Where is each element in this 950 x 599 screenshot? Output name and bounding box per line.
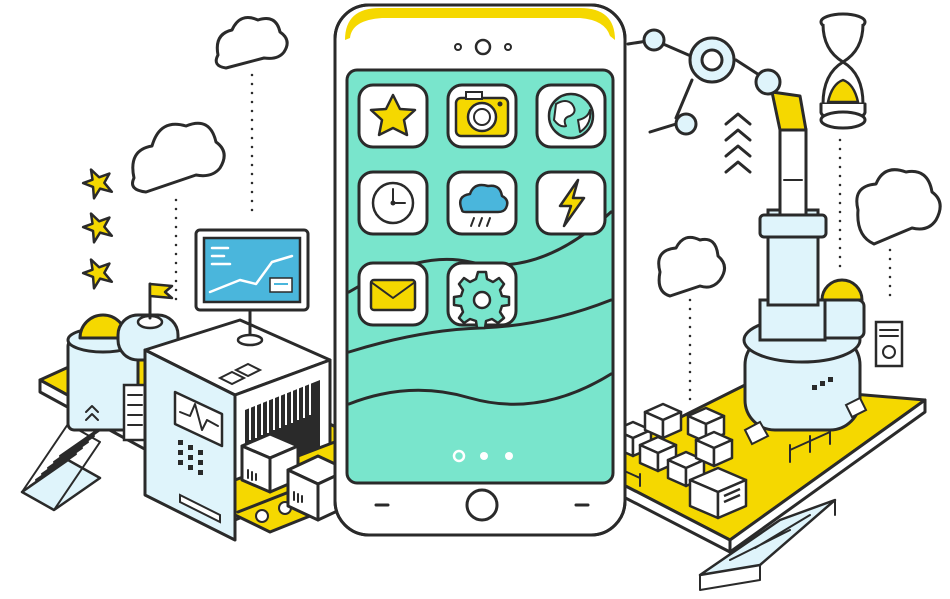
- star-icon: [81, 212, 114, 244]
- app-clock[interactable]: [357, 170, 429, 236]
- star-icon: [81, 168, 114, 200]
- app-mail[interactable]: [357, 261, 429, 327]
- right-factory: [583, 12, 942, 591]
- cloud-icon: [131, 121, 226, 194]
- app-weather[interactable]: [446, 170, 518, 236]
- cloud-icon: [855, 168, 942, 246]
- staircase-icon: [20, 423, 107, 512]
- speaker-dot-icon: [504, 43, 512, 51]
- tower: [758, 128, 828, 342]
- smartphone: [333, 3, 627, 537]
- app-settings[interactable]: [446, 261, 518, 330]
- star-icon: [81, 258, 114, 290]
- app-camera[interactable]: [446, 83, 518, 149]
- clock-icon: [371, 181, 415, 225]
- app-star[interactable]: [357, 83, 429, 149]
- camera-icon: [454, 91, 510, 138]
- cloud-icon: [214, 16, 289, 70]
- speaker-dot-icon: [454, 43, 462, 51]
- hourglass-icon: [819, 12, 867, 130]
- app-lightning[interactable]: [535, 170, 607, 236]
- app-globe[interactable]: [535, 83, 607, 149]
- flag-icon: [148, 282, 174, 300]
- home-button-icon[interactable]: [465, 488, 499, 522]
- gear-icon: [452, 270, 511, 330]
- mail-icon: [369, 278, 417, 312]
- chevrons-up-icon: [724, 112, 752, 174]
- robot-arm-icon: [626, 28, 808, 136]
- left-factory: [20, 16, 377, 542]
- isometric-app-factory-illustration: [20, 3, 942, 591]
- cloud-icon: [657, 235, 726, 298]
- globe-icon: [547, 92, 595, 140]
